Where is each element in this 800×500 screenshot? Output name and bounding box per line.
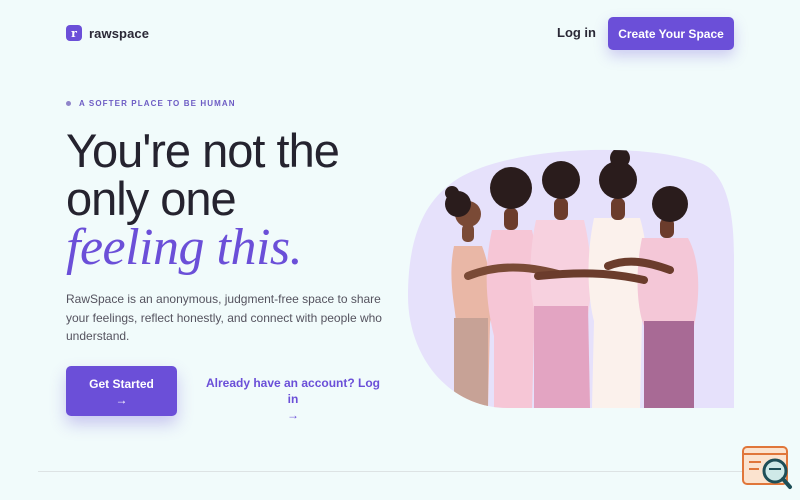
existing-account-login-link[interactable]: Already have an account? Log in → [200,375,386,423]
women-embracing-illustration [408,149,734,408]
eyebrow-text: A SOFTER PLACE TO BE HUMAN [79,99,236,108]
account-link-label: Already have an account? Log in [205,376,381,406]
eyebrow: A SOFTER PLACE TO BE HUMAN [66,99,236,108]
footer-divider [38,471,762,472]
logo-text: rawspace [89,25,150,41]
hero-description: RawSpace is an anonymous, judgment-free … [66,292,382,343]
hero-headline: You're not the only one feeling this. [66,124,340,276]
brand-logo[interactable]: r rawspace [66,25,149,41]
arrow-right-icon: → [115,392,128,407]
login-link[interactable]: Log in [557,25,596,40]
headline-line-2: only one [66,172,237,225]
search-chat-icon[interactable] [741,445,793,490]
eyebrow-dot-icon [66,101,71,106]
headline-accent: feeling this. [66,219,303,276]
get-started-button[interactable]: Get Started → [66,366,177,416]
logo-icon: r [66,25,82,41]
create-space-button[interactable]: Create Your Space [608,17,734,50]
arrow-right-icon: → [287,408,299,422]
headline-line-1: You're not the [66,124,340,177]
get-started-label: Get Started [89,376,154,391]
